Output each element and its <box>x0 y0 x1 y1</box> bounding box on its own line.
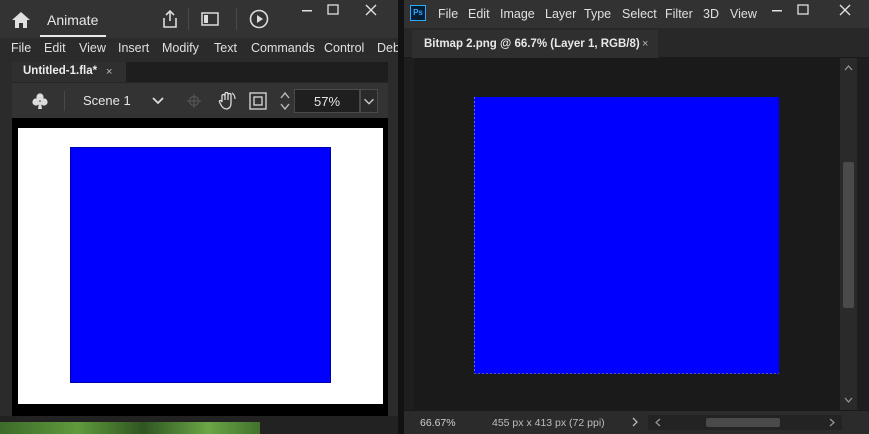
photoshop-tab-bar: Bitmap 2.png @ 66.7% (Layer 1, RGB/8) × <box>404 28 869 58</box>
stage-area <box>12 118 388 416</box>
animate-menu-bar: File Edit View Insert Modify Text Comman… <box>0 38 398 60</box>
status-bar: 66.67% 455 px x 413 px (72 ppi) <box>404 410 869 434</box>
chevron-up-icon[interactable] <box>843 64 854 72</box>
menu-file[interactable]: File <box>438 7 458 21</box>
animate-window: Animate File Edit View Insert Modify Tex… <box>0 0 398 434</box>
menu-3d[interactable]: 3D <box>703 7 719 21</box>
zoom-dropdown[interactable] <box>360 89 378 113</box>
menu-commands[interactable]: Commands <box>251 41 315 55</box>
menu-control[interactable]: Control <box>324 41 364 55</box>
maximize-icon[interactable] <box>792 2 814 18</box>
vertical-scrollbar[interactable] <box>840 58 857 410</box>
photoshop-logo[interactable]: Ps <box>410 5 426 21</box>
menu-view[interactable]: View <box>79 41 106 55</box>
menu-view[interactable]: View <box>730 7 757 21</box>
menu-filter[interactable]: Filter <box>665 7 693 21</box>
edit-bar: Scene 1 <box>12 82 388 118</box>
stepper-icon[interactable] <box>278 88 292 114</box>
menu-modify[interactable]: Modify <box>162 41 199 55</box>
workspace-layout-icon[interactable] <box>200 10 220 28</box>
menu-insert[interactable]: Insert <box>118 41 149 55</box>
animate-title-bar: Animate <box>0 0 398 38</box>
zoom-level[interactable]: 66.67% <box>420 417 456 429</box>
menu-edit[interactable]: Edit <box>468 7 490 21</box>
title-separator <box>188 8 189 30</box>
horizontal-scrollbar[interactable] <box>648 415 842 430</box>
document-info: 455 px x 413 px (72 ppi) <box>492 417 605 429</box>
hand-rotate-icon[interactable] <box>216 90 238 112</box>
minimize-icon[interactable] <box>766 2 788 18</box>
title-separator <box>236 8 237 30</box>
vertical-scroll-thumb[interactable] <box>843 162 854 308</box>
share-icon[interactable] <box>160 9 180 29</box>
document-tab-label: Bitmap 2.png @ 66.7% (Layer 1, RGB/8) <box>424 38 640 50</box>
scene-selector[interactable]: Scene 1 <box>83 93 131 108</box>
close-icon[interactable] <box>834 2 856 18</box>
document-tab[interactable]: Untitled-1.fla* × <box>12 62 126 82</box>
menu-file[interactable]: File <box>11 41 31 55</box>
play-icon[interactable] <box>249 9 269 29</box>
document-tab[interactable]: Bitmap 2.png @ 66.7% (Layer 1, RGB/8) × <box>412 30 658 58</box>
chevron-down-icon[interactable] <box>843 396 854 404</box>
app-tab-underline <box>40 35 106 37</box>
app-title[interactable]: Animate <box>47 12 98 28</box>
close-tab-icon[interactable]: × <box>642 38 648 50</box>
horizontal-scroll-thumb[interactable] <box>706 418 780 427</box>
chevron-left-icon[interactable] <box>654 418 662 427</box>
menu-edit[interactable]: Edit <box>44 41 66 55</box>
desktop-background-strip <box>0 422 260 434</box>
toolbar-separator <box>64 91 65 111</box>
close-icon[interactable] <box>360 2 382 18</box>
photoshop-canvas-area[interactable] <box>414 58 840 410</box>
blue-rectangle[interactable] <box>70 147 331 383</box>
menu-layer[interactable]: Layer <box>545 7 576 21</box>
document-tab-label: Untitled-1.fla* <box>23 65 98 77</box>
chevron-down-icon <box>364 98 374 105</box>
document-tab-bar: Untitled-1.fla* × <box>12 62 388 82</box>
chevron-right-icon[interactable] <box>630 415 640 429</box>
stage-canvas[interactable] <box>18 128 383 404</box>
photoshop-title-bar: Ps File Edit Image Layer Type Select Fil… <box>404 0 869 28</box>
animate-bottom-strip <box>0 416 398 434</box>
chevron-down-icon[interactable] <box>151 95 165 107</box>
menu-image[interactable]: Image <box>500 7 535 21</box>
minimize-icon[interactable] <box>296 2 318 18</box>
blue-image[interactable] <box>474 97 779 374</box>
chevron-right-icon[interactable] <box>828 418 836 427</box>
zoom-input[interactable] <box>294 89 360 113</box>
crosshair-icon[interactable] <box>186 93 202 109</box>
club-icon[interactable] <box>30 91 50 111</box>
menu-debug[interactable]: Deb <box>377 41 398 55</box>
photoshop-window: Ps File Edit Image Layer Type Select Fil… <box>404 0 869 434</box>
close-tab-icon[interactable]: × <box>106 66 112 78</box>
menu-type[interactable]: Type <box>584 7 611 21</box>
menu-select[interactable]: Select <box>622 7 657 21</box>
fit-frame-icon[interactable] <box>248 91 268 111</box>
maximize-icon[interactable] <box>322 2 344 18</box>
menu-text[interactable]: Text <box>214 41 237 55</box>
home-icon[interactable] <box>10 10 32 30</box>
